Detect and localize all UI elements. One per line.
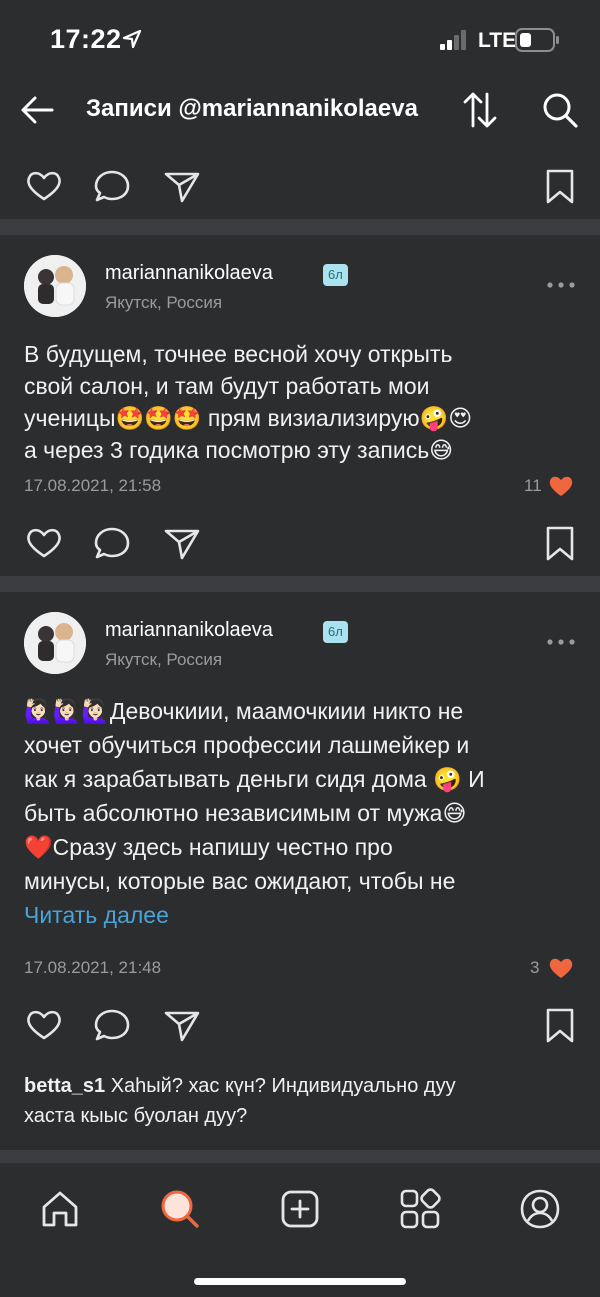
signal-icon [440,30,466,50]
post-text-line: В будущем, точнее весной хочу открыть [24,341,453,367]
post-date: 17.08.2021, 21:58 [24,476,162,495]
like-heart-icon[interactable] [24,1005,64,1045]
age-badge: 6л [323,264,348,286]
post-text-line: ученицы🤩🤩🤩 прям визиализирую🤪😍 [24,405,473,431]
home-icon[interactable] [36,1185,84,1233]
post-username[interactable]: mariannanikolaeva [105,262,273,285]
sort-arrows-icon[interactable] [460,88,500,132]
like-count: 3 [530,958,540,977]
comment-text: Хаһый? хас күн? Индивидуально дуу [110,1075,456,1097]
post-text-line: быть абсолютно независимым от мужа😅 [24,800,467,826]
liked-heart-icon[interactable] [548,474,574,498]
comment-preview[interactable]: betta_s1 Хаһый? хас күн? Индивидуально д… [24,1071,580,1131]
like-heart-icon[interactable] [24,166,64,206]
bookmark-icon[interactable] [540,523,580,563]
comment-text: хаста кыыс буолан дуу? [24,1105,248,1127]
post-body: В будущем, точнее весной хочу открыть св… [24,338,580,466]
status-time: 17:22 [50,24,122,54]
home-indicator[interactable] [194,1278,406,1285]
bookmark-icon[interactable] [540,166,580,206]
post-text-line: ❤️Сразу здесь напишу честно про [24,834,393,860]
services-grid-icon[interactable] [396,1185,444,1233]
back-arrow-icon[interactable] [18,90,58,130]
location-arrow-icon [122,29,142,49]
profile-icon[interactable] [516,1185,564,1233]
share-icon[interactable] [162,523,202,563]
post-header: mariannanikolaeva 6л Якутск, Россия [0,255,600,325]
read-more-link[interactable]: Читать далее [24,902,169,929]
post-text-line: а через 3 годика посмотрю эту запись😅 [24,437,454,463]
post-actions [0,999,600,1049]
bottom-tab-bar [0,1163,600,1297]
ellipsis-icon[interactable] [544,275,578,295]
post-text-line: минусы, которые вас ожидают, чтобы не [24,868,456,894]
post-divider [0,576,600,592]
network-type: LTE [478,29,517,52]
liked-heart-icon[interactable] [548,956,574,980]
age-badge: 6л [323,621,348,643]
post-text-line: 🙋🏻‍♀️🙋🏻‍♀️🙋🏻‍♀️Девочкиии, маамочкиии ник… [24,698,464,724]
previous-post-actions [0,160,600,210]
search-icon[interactable] [538,88,582,132]
avatar[interactable] [24,612,86,674]
post-text-line: свой салон, и там будут работать мои [24,373,430,399]
post-date: 17.08.2021, 21:48 [24,958,162,977]
post-username[interactable]: mariannanikolaeva [105,619,273,642]
comment-icon[interactable] [92,1005,132,1045]
comment-icon[interactable] [92,166,132,206]
top-navigation-bar: Записи @mariannanikolaeva [0,80,600,140]
page-title: Записи @mariannanikolaeva [86,95,418,122]
like-count: 11 [524,476,542,495]
battery-icon [515,28,559,52]
add-post-icon[interactable] [276,1185,324,1233]
share-icon[interactable] [162,1005,202,1045]
comment-icon[interactable] [92,523,132,563]
search-icon[interactable] [156,1185,204,1233]
share-icon[interactable] [162,166,202,206]
avatar[interactable] [24,255,86,317]
post-text-line: хочет обучиться профессии лашмейкер и [24,732,470,758]
comment-username[interactable]: betta_s1 [24,1075,105,1097]
post-body: 🙋🏻‍♀️🙋🏻‍♀️🙋🏻‍♀️Девочкиии, маамочкиии ник… [24,694,580,898]
bookmark-icon[interactable] [540,1005,580,1045]
post-actions [0,517,600,567]
post-location: Якутск, Россия [105,293,223,312]
post-header: mariannanikolaeva 6л Якутск, Россия [0,612,600,682]
post-text-line: как я зарабатывать деньги сидя дома 🤪 И [24,766,485,792]
like-heart-icon[interactable] [24,523,64,563]
post-location: Якутск, Россия [105,650,223,669]
status-bar: 17:22 LTE [0,0,600,80]
post-divider [0,1150,600,1164]
post-divider [0,219,600,235]
ellipsis-icon[interactable] [544,632,578,652]
